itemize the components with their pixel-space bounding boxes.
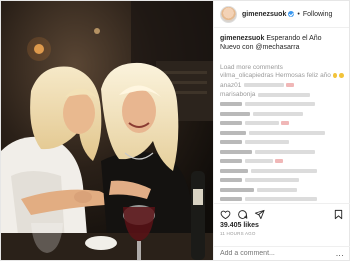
comment-blurred-text	[251, 168, 317, 173]
comment-username-blurred	[220, 130, 246, 135]
list-item	[220, 157, 344, 167]
comment-username-blurred	[220, 102, 242, 107]
comment-blurred-text	[249, 130, 325, 135]
share-icon[interactable]	[254, 209, 265, 220]
caption-username[interactable]: gimenezsuok	[220, 35, 264, 42]
post-photo[interactable]	[1, 1, 213, 260]
list-item	[220, 119, 344, 129]
post-sidebar: gimenezsuok • Following gimenezsuok Espe…	[213, 1, 350, 260]
list-item	[220, 195, 344, 203]
emoji-icon	[332, 73, 338, 79]
comment-blurred-text	[257, 187, 297, 192]
comment-blurred-text	[245, 178, 299, 183]
bookmark-icon[interactable]	[333, 209, 344, 220]
avatar[interactable]	[220, 5, 237, 23]
list-item: anaz01	[220, 81, 344, 91]
post-actions: 39.405 likes 11 HOURS AGO	[214, 203, 350, 236]
verified-badge-icon	[288, 11, 295, 17]
comment-blurred-text	[255, 149, 315, 154]
more-options-icon[interactable]: ...	[336, 249, 344, 258]
blurred-emoji-icon	[275, 159, 283, 164]
list-item	[220, 128, 344, 138]
timestamp: 11 HOURS AGO	[220, 231, 256, 236]
comment-username-blurred	[220, 149, 252, 154]
add-comment-bar: ...	[214, 246, 350, 260]
list-item	[220, 109, 344, 119]
header-separator: •	[297, 10, 300, 18]
list-item	[220, 100, 344, 110]
list-item	[220, 166, 344, 176]
comment-username-blurred	[220, 159, 242, 164]
photo-illustration	[1, 1, 213, 260]
list-item: vilma_olicapiedras Hermosas feliz año	[220, 71, 344, 81]
post-caption: gimenezsuok Esperando el Año Nuevo con @…	[214, 28, 349, 62]
comment-text: vilma_olicapiedras Hermosas feliz año	[220, 72, 331, 80]
emoji-icon	[339, 73, 344, 79]
blurred-emoji-icon	[286, 83, 295, 88]
comment-blurred-text	[253, 111, 303, 116]
comment-username-blurred	[220, 121, 242, 126]
comment-blurred-text	[258, 92, 311, 97]
action-icons-row	[220, 208, 344, 220]
comment-blurred-text	[245, 121, 279, 126]
post-header: gimenezsuok • Following	[214, 1, 349, 28]
comment-username-blurred	[220, 140, 242, 145]
instagram-post: gimenezsuok • Following gimenezsuok Espe…	[0, 0, 350, 261]
comment-text: marisabonja	[220, 91, 256, 99]
comment-icon[interactable]	[237, 209, 248, 220]
comment-blurred-text	[245, 102, 315, 107]
add-comment-input[interactable]	[220, 250, 330, 257]
comment-text: anaz01	[220, 81, 242, 89]
comment-username-blurred	[220, 178, 242, 183]
comment-blurred-text	[245, 197, 317, 202]
list-item	[220, 185, 344, 195]
comment-username-blurred	[220, 197, 242, 202]
blurred-emoji-icon	[281, 121, 289, 126]
heart-icon[interactable]	[220, 209, 231, 220]
list-item: marisabonja	[220, 90, 344, 100]
comment-username-blurred	[220, 111, 250, 116]
comment-blurred-text	[245, 159, 273, 164]
comment-username-blurred	[220, 187, 254, 192]
comments-list[interactable]: vilma_olicapiedras Hermosas feliz año an…	[214, 71, 350, 202]
list-item	[220, 176, 344, 186]
comment-blurred-text	[244, 83, 285, 88]
following-button[interactable]: Following	[303, 11, 333, 18]
comment-blurred-text	[245, 140, 289, 145]
list-item	[220, 138, 344, 148]
list-item	[220, 147, 344, 157]
likes-count[interactable]: 39.405 likes	[220, 222, 344, 229]
comment-username-blurred	[220, 168, 248, 173]
header-username[interactable]: gimenezsuok	[242, 11, 286, 18]
